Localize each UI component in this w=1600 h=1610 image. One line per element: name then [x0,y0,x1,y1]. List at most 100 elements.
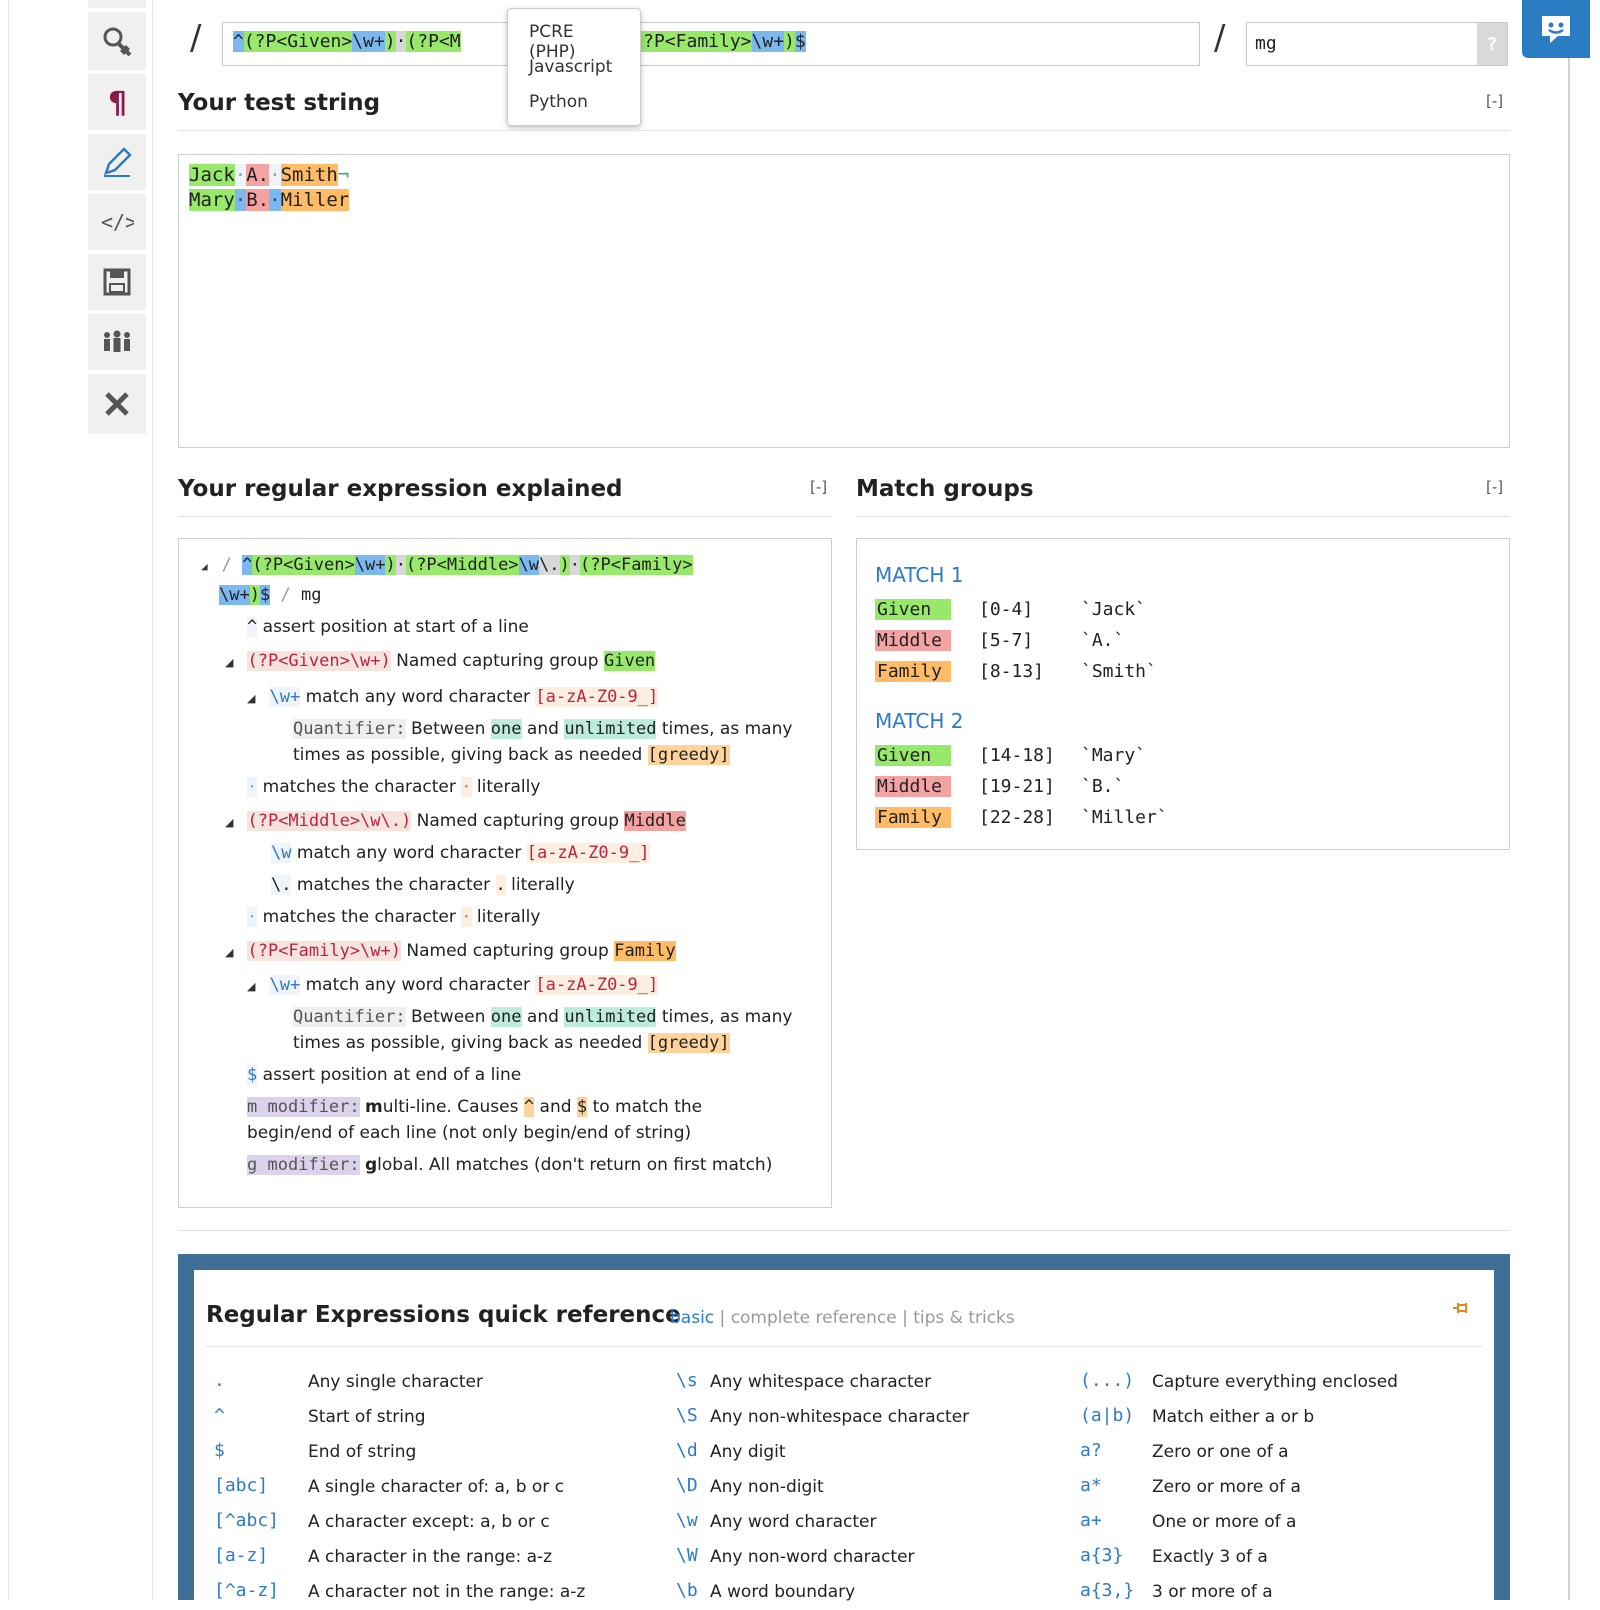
ref-symbol: \d [676,1440,698,1461]
group-name: Middle [875,776,951,797]
collapse-triangle-icon[interactable]: ◢ [225,656,233,669]
token: \w [271,843,292,863]
quantifier-label: Quantifier: [293,719,406,739]
ref-desc: 3 or more of a [1152,1582,1273,1602]
text: begin/end of each line (not only begin/e… [247,1123,692,1143]
text: times as possible, giving back as needed [293,745,643,765]
match-groups-collapse-button[interactable]: [-] [1486,478,1503,496]
flavor-option-python[interactable]: Python [508,87,640,122]
explain-row-w1: ◢ \w+ match any word character [a-zA-Z0-9… [247,687,659,707]
token: \w+ [269,687,301,707]
regex-part: ) [784,31,795,52]
match-value: `B.` [1081,776,1125,797]
match-row: Family [8-13] `Smith` [875,661,1157,682]
regex-part: ) [249,585,260,605]
match-range: [5-7] [979,630,1034,651]
text: literally [511,875,575,895]
text: times as possible, giving back as needed [293,1033,643,1053]
flavor-option-javascript[interactable]: Javascript [508,52,640,87]
explain-row-m-modifier-cont: begin/end of each line (not only begin/e… [247,1123,691,1143]
regex-part: $ [259,585,271,605]
ref-desc: Any non-digit [710,1477,824,1497]
ref-desc: Any digit [710,1442,786,1462]
explain-row-end: $ assert position at end of a line [247,1065,521,1085]
toolbar-button-save[interactable] [88,254,146,314]
regex-part: (?P<Middle> [405,555,519,575]
space-marker: · [269,164,281,186]
toolbar-button-paragraph[interactable]: ¶ [88,74,146,134]
toolbar-button-community[interactable] [88,314,146,374]
token: (?P<Middle>\w\.) [247,811,412,831]
greedy-badge: [greedy] [647,745,730,765]
regex-part: \w+ [352,31,385,52]
collapse-triangle-icon[interactable]: ◢ [201,560,208,573]
toolbar-button-top[interactable] [88,0,146,12]
ref-desc: One or more of a [1152,1512,1297,1532]
tab-tips[interactable]: tips & tricks [913,1308,1015,1328]
collapse-triangle-icon[interactable]: ◢ [225,946,233,959]
explain-row-q2: Quantifier: Between one and unlimited ti… [293,1007,792,1027]
test-string-collapse-button[interactable]: [-] [1486,92,1503,110]
tab-complete-reference[interactable]: complete reference [731,1308,897,1328]
toolbar-button-highlight[interactable] [88,134,146,194]
regex-part: ) [384,31,396,52]
svg-text:</>: </> [101,210,134,234]
toolbar-button-search[interactable] [88,14,146,74]
token: \w+ [269,975,301,995]
quantifier-max: unlimited [564,719,657,739]
test-string-input[interactable]: Jack·A.·Smith¬ Mary·B.·Miller [178,154,1510,448]
regex-part: ) [385,555,396,575]
flavor-option-pcre[interactable]: PCRE (PHP) [508,17,640,62]
explain-panel: ◢ / ^(?P<Given>\w+)·(?P<Middle>\w\.)·(?P<… [178,538,832,1208]
text: literally [476,777,541,797]
pin-button[interactable] [1450,1298,1470,1322]
ref-symbol: \S [676,1405,698,1426]
regex-input[interactable]: ^(?P<Given>\w+)·(?P<M)·(?P<Family>\w+)$ [222,22,1200,66]
test-line: Mary·B.·Miller [189,188,1499,213]
regex-part: (?P<M [406,31,461,52]
text: and [526,1007,559,1027]
flags-input[interactable]: mg ? [1246,22,1508,66]
flags-help-button[interactable]: ? [1477,23,1507,65]
regex-part: \w+ [751,31,785,52]
regex-part: \w [518,555,540,575]
divider [856,516,1510,517]
explain-collapse-button[interactable]: [-] [810,478,827,496]
pin-icon [1453,1303,1467,1313]
match-groups-panel: MATCH 1 Given [0-4] `Jack` Middle [5-7] `A.`… [856,538,1510,850]
text: times, as many [661,719,793,739]
token: $ [576,1097,588,1117]
ref-desc: Any word character [710,1512,877,1532]
text: m [365,1097,383,1117]
explain-regex-head-cont: \w+)$ / mg [219,585,321,605]
ref-symbol: ^ [214,1405,225,1426]
match-value: `Miller` [1081,807,1168,828]
divider [206,1346,1482,1347]
explain-row-q1: Quantifier: Between one and unlimited ti… [293,719,792,739]
left-toolbar: ¶ </> [88,0,146,434]
ref-symbol: \D [676,1475,698,1496]
ref-symbol: (a|b) [1080,1405,1135,1426]
divider [178,516,832,517]
match-row: Middle [19-21] `B.` [875,776,1124,797]
chat-button[interactable] [1522,0,1590,58]
tab-basic[interactable]: basic [670,1308,714,1328]
token-desc: assert position at end of a line [262,1065,522,1085]
collapse-triangle-icon[interactable]: ◢ [247,980,255,993]
text: literally [476,907,541,927]
left-gutter [8,0,88,1600]
quick-reference-content: Regular Expressions quick reference basi… [194,1270,1494,1610]
quantifier-label: Quantifier: [293,1007,406,1027]
collapse-triangle-icon[interactable]: ◢ [225,816,233,829]
explain-title: Your regular expression explained [178,476,623,502]
ref-desc: Zero or one of a [1152,1442,1289,1462]
collapse-triangle-icon[interactable]: ◢ [247,692,255,705]
token-desc: Named capturing group [416,811,620,831]
token-desc: Named capturing group [396,651,599,671]
toolbar-button-code[interactable]: </> [88,194,146,254]
ref-symbol: a{3,} [1080,1580,1135,1601]
toolbar-button-delete[interactable] [88,374,146,434]
explain-row-m-modifier: m modifier: multi-line. Causes ^ and $ t… [247,1097,702,1117]
modifier-label: g modifier: [247,1155,360,1175]
explain-row-q2-cont: times as possible, giving back as needed… [293,1033,730,1053]
